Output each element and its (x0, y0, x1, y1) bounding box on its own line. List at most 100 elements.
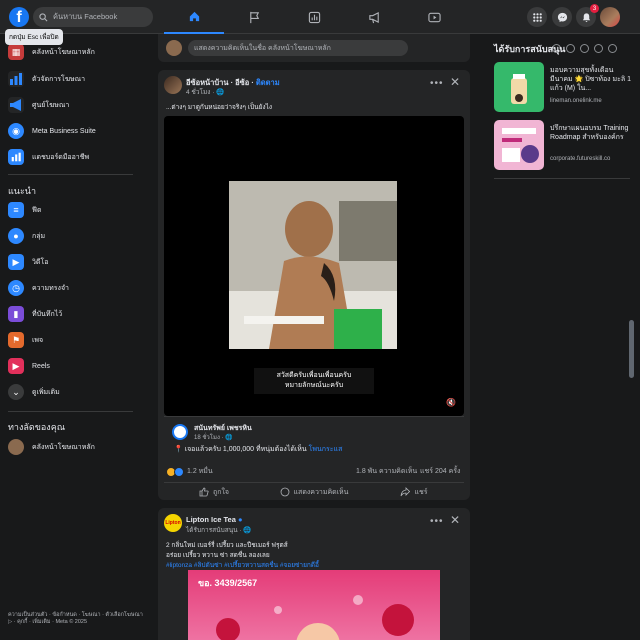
search-icon (39, 12, 48, 21)
messenger-button[interactable] (552, 7, 572, 27)
share-count[interactable]: แชร์ 204 ครั้ง (420, 466, 460, 477)
flag-icon (249, 11, 259, 23)
sidebar-footer[interactable]: ความเป็นส่วนตัว · ข้อกำหนด · โฆษณา · ตัว… (8, 612, 143, 626)
ad-title: มอบความสุขทั้งเดือน มีนาคม 🌟 ปิซาท้อง มะ… (550, 67, 632, 92)
hashtag-link[interactable]: โพนกระแส (309, 446, 343, 453)
scrollbar[interactable] (629, 320, 634, 378)
search-placeholder: ค้นหาบน Facebook (53, 12, 118, 21)
more-options-icon[interactable]: ••• (430, 516, 444, 527)
messenger-icon (557, 12, 567, 22)
chevron-down-icon: ⌄ (8, 384, 24, 400)
sponsored-ad[interactable]: ปรึกษาแผนอบรม Training Roadmap สำหรับองค… (494, 120, 634, 170)
menu-button[interactable] (527, 7, 547, 27)
recommend-heading: แนะนำ (8, 186, 36, 196)
pages-icon: ⚑ (8, 332, 24, 348)
comment-input[interactable]: แสดงความคิดเห็นในชื่อ คลังหน้าโฆษณาหลัก (188, 40, 408, 56)
tab-home[interactable] (164, 0, 224, 34)
comment-button[interactable]: แสดงความคิดเห็น (264, 483, 364, 501)
ad-author[interactable]: Lipton Ice Tea ● (186, 515, 243, 524)
camera-icon[interactable] (580, 44, 589, 53)
sidebar-item-ad-library[interactable]: ▦ คลังหน้าโฆษณาหลัก (8, 43, 95, 61)
sponsored-label: ได้รับการสนับสนุน · 🌐 (186, 527, 252, 534)
post-author-avatar[interactable] (164, 76, 182, 94)
ad-url: lineman.onelink.me (550, 98, 602, 104)
verified-icon: ● (237, 515, 243, 524)
like-button[interactable]: ถูกใจ (164, 483, 264, 501)
close-icon[interactable]: ✕ (450, 75, 460, 89)
more-options-icon[interactable]: ••• (430, 78, 444, 89)
right-divider (494, 178, 630, 179)
video-player[interactable]: สวัสดีครับเพื่อนเพื่อนครับ หมายลักษณ์นะค… (164, 116, 464, 416)
sidebar-item-feed[interactable]: ≡ ฟีด (8, 201, 42, 219)
bar-chart-icon (8, 71, 24, 87)
tab-video[interactable] (404, 0, 464, 34)
avatar (166, 40, 182, 56)
dashboard-icon (8, 149, 24, 165)
comment-count[interactable]: 1.8 พัน ความคิดเห็น (356, 466, 417, 477)
tab-ads[interactable] (344, 0, 404, 34)
grid-menu-icon (532, 12, 542, 22)
ad-text-line-1: 2 กลิ่นใหม่ เบอร์รี่ เปรี้ยว และปีชเมอร์… (166, 542, 288, 549)
shared-video-info: สนันทรัพย์ เพชรหิน 18 ชั่วโมง · 🌐 📍 เจอแ… (164, 416, 464, 457)
comment-icon (280, 487, 289, 497)
globe-icon: 🌐 (216, 89, 225, 96)
memories-icon: ◷ (8, 280, 24, 296)
sponsored-post: Lipton Lipton Ice Tea ● ได้รับการสนับสนุ… (158, 508, 470, 640)
shortcuts-heading: ทางลัดของคุณ (8, 422, 66, 432)
sticker-icon[interactable] (608, 44, 617, 53)
avatar[interactable] (172, 424, 188, 440)
ad-thumbnail (494, 62, 544, 112)
ad-url: corporate.futureskill.co (550, 156, 611, 162)
bell-icon (582, 12, 590, 22)
sidebar-item-pro-dashboard[interactable]: แดชบอร์ดมืออาชีพ (8, 148, 89, 166)
globe-icon: 🌐 (243, 527, 252, 534)
post-text: ...ต่างๆ มาดูกันหน่อยว่าจริงๆ เป็นยังไง (166, 104, 273, 111)
sidebar-item-ads-manager[interactable]: ตัวจัดการโฆษณา (8, 70, 85, 88)
sidebar-item-saved[interactable]: ▮ ที่บันทึกไว้ (8, 305, 62, 323)
sidebar-item-pages[interactable]: ⚑ เพจ (8, 331, 43, 349)
mute-icon[interactable]: 🔇 (446, 398, 456, 407)
sidebar-item-business-suite[interactable]: ◉ Meta Business Suite (8, 122, 96, 140)
sidebar-divider (8, 411, 133, 412)
tab-pages[interactable] (224, 0, 284, 34)
play-icon (427, 12, 441, 22)
gif-icon[interactable] (594, 44, 603, 53)
sidebar-item-groups[interactable]: ● กลุ่ม (8, 227, 45, 245)
video-time: 18 ชั่วโมง · 🌐 (194, 435, 233, 441)
ad-title: ปรึกษาแผนอบรม Training Roadmap สำหรับองค… (550, 125, 629, 141)
sidebar-item-ad-center[interactable]: ศูนย์โฆษณา (8, 96, 69, 114)
lipton-logo[interactable]: Lipton (164, 514, 182, 532)
tab-insights[interactable] (284, 0, 344, 34)
sidebar-item-reels[interactable]: ▶ Reels (8, 357, 50, 375)
reels-icon: ▶ (8, 358, 24, 374)
ad-thumbnail (494, 120, 544, 170)
ad-text-line-2: อร่อย เปรี้ยว หวาน ซ่า สดชื่น ลองเลย (166, 552, 270, 559)
video-icon: ▶ (8, 254, 24, 270)
feed-post: อีซ้อหน้าบ้าน · อีซ้อ · ติดตาม 4 ชั่วโมง… (158, 70, 470, 500)
sponsored-ad[interactable]: มอบความสุขทั้งเดือน มีนาคม 🌟 ปิซาท้อง มะ… (494, 62, 634, 112)
follow-button[interactable]: ติดตาม (256, 78, 280, 87)
ad-hashtags[interactable]: #liptonza #ลิปตันซ่า #เปรี้ยวหวานสดชื่น … (166, 560, 319, 570)
reaction-summary[interactable]: 1.2 หมื่น (166, 466, 213, 477)
pin-icon: 📍 (174, 446, 183, 453)
notifications-button[interactable]: 3 (576, 4, 599, 27)
avatar-sticker-icon[interactable] (566, 44, 575, 53)
video-thumbnail (229, 181, 397, 349)
profile-avatar[interactable] (600, 7, 620, 27)
facebook-logo[interactable]: f (9, 7, 29, 27)
sidebar-item-see-more[interactable]: ⌄ ดูเพิ่มเติม (8, 383, 60, 401)
megaphone-icon (8, 97, 24, 113)
sidebar-item-memories[interactable]: ◷ ความทรงจำ (8, 279, 69, 297)
sidebar-item-video[interactable]: ▶ วิดีโอ (8, 253, 48, 271)
post-time: 4 ชั่วโมง · 🌐 (186, 89, 225, 96)
meta-icon: ◉ (8, 123, 24, 139)
top-navigation-bar: f ค้นหาบน Facebook 3 (0, 0, 640, 34)
share-button[interactable]: แชร์ (364, 483, 464, 501)
sidebar-shortcut-ad-library[interactable]: คลังหน้าโฆษณาหลัก (8, 438, 95, 456)
ad-image[interactable]: ขอ. 3439/2567 (188, 570, 440, 640)
close-icon[interactable]: ✕ (450, 513, 460, 527)
sidebar-divider (8, 174, 133, 175)
groups-icon: ● (8, 228, 24, 244)
megaphone-icon (368, 11, 379, 23)
search-box[interactable]: ค้นหาบน Facebook (33, 7, 153, 27)
